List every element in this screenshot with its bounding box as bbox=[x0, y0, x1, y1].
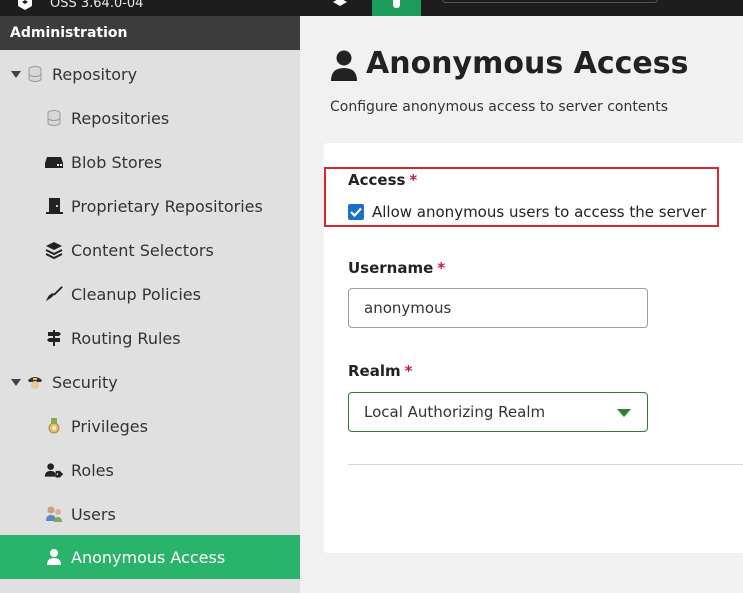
admin-sidebar: Administration Repository Repositories B… bbox=[0, 16, 300, 593]
sidebar-item-label: Cleanup Policies bbox=[71, 284, 201, 304]
username-label-text: Username bbox=[348, 259, 434, 277]
sidebar-item-content-selectors[interactable]: Content Selectors bbox=[0, 228, 300, 272]
caret-down-icon[interactable] bbox=[11, 378, 21, 386]
allow-anonymous-label[interactable]: Allow anonymous users to access the serv… bbox=[372, 203, 706, 221]
sidebar-item-cleanup-policies[interactable]: Cleanup Policies bbox=[0, 272, 300, 316]
police-badge-icon bbox=[25, 372, 45, 392]
sidebar-item-label: Repository bbox=[52, 64, 138, 84]
username-input[interactable] bbox=[348, 288, 648, 328]
form-divider bbox=[348, 464, 743, 465]
allow-anonymous-checkbox[interactable] bbox=[348, 204, 364, 220]
sidebar-item-proprietary-repositories[interactable]: Proprietary Repositories bbox=[0, 184, 300, 228]
username-label: Username * bbox=[348, 259, 445, 277]
page-subtitle: Configure anonymous access to server con… bbox=[330, 99, 669, 115]
realm-label: Realm * bbox=[348, 362, 412, 380]
sidebar-header: Administration bbox=[0, 16, 300, 50]
sidebar-item-label: Repositories bbox=[71, 108, 170, 128]
required-marker: * bbox=[437, 259, 446, 277]
search-input[interactable] bbox=[442, 0, 658, 3]
access-label-text: Access bbox=[348, 171, 406, 189]
signpost-icon bbox=[44, 328, 64, 348]
broom-icon bbox=[44, 284, 64, 304]
door-icon bbox=[44, 196, 64, 216]
realm-select[interactable]: Local Authorizing Realm bbox=[348, 392, 648, 432]
sidebar-item-blob-stores[interactable]: Blob Stores bbox=[0, 140, 300, 184]
user-tag-icon bbox=[44, 460, 64, 480]
realm-label-text: Realm bbox=[348, 362, 401, 380]
layers-icon bbox=[44, 240, 64, 260]
checkmark-icon bbox=[350, 207, 362, 218]
browse-cube-icon[interactable] bbox=[330, 0, 350, 12]
admin-gear-button[interactable] bbox=[372, 0, 421, 16]
sidebar-item-label: Roles bbox=[71, 460, 114, 480]
sidebar-item-repositories[interactable]: Repositories bbox=[0, 96, 300, 140]
required-marker: * bbox=[404, 362, 413, 380]
dropdown-arrow-icon[interactable] bbox=[617, 409, 631, 417]
medal-icon bbox=[44, 416, 64, 436]
sidebar-item-label: Users bbox=[71, 504, 116, 524]
user-icon bbox=[44, 547, 64, 567]
nexus-logo-icon[interactable] bbox=[16, 0, 34, 12]
caret-down-icon[interactable] bbox=[11, 70, 21, 78]
top-bar: OSS 3.64.0-04 bbox=[0, 0, 743, 16]
sidebar-item-security[interactable]: Security bbox=[0, 360, 300, 404]
sidebar-item-label: Content Selectors bbox=[71, 240, 214, 260]
page-title: Anonymous Access bbox=[366, 46, 689, 81]
sidebar-item-label: Blob Stores bbox=[71, 152, 163, 172]
gear-icon bbox=[393, 0, 400, 8]
realm-select-value: Local Authorizing Realm bbox=[364, 403, 546, 421]
sidebar-item-anonymous-access[interactable]: Anonymous Access bbox=[0, 535, 300, 579]
sidebar-item-users[interactable]: Users bbox=[0, 492, 300, 536]
hard-drive-icon bbox=[44, 152, 64, 172]
sidebar-item-label: Proprietary Repositories bbox=[71, 196, 263, 216]
sidebar-item-repository[interactable]: Repository bbox=[0, 52, 300, 96]
database-icon bbox=[25, 64, 45, 84]
access-label: Access * bbox=[348, 171, 417, 189]
user-icon bbox=[330, 50, 358, 82]
required-marker: * bbox=[409, 171, 418, 189]
sidebar-item-routing-rules[interactable]: Routing Rules bbox=[0, 316, 300, 360]
sidebar-item-label: Anonymous Access bbox=[71, 547, 226, 567]
sidebar-item-privileges[interactable]: Privileges bbox=[0, 404, 300, 448]
version-label: OSS 3.64.0-04 bbox=[50, 0, 144, 11]
sidebar-item-label: Security bbox=[52, 372, 118, 392]
database-icon bbox=[44, 108, 64, 128]
sidebar-item-roles[interactable]: Roles bbox=[0, 448, 300, 492]
sidebar-item-label: Routing Rules bbox=[71, 328, 181, 348]
sidebar-item-label: Privileges bbox=[71, 416, 148, 436]
users-icon bbox=[44, 504, 64, 524]
